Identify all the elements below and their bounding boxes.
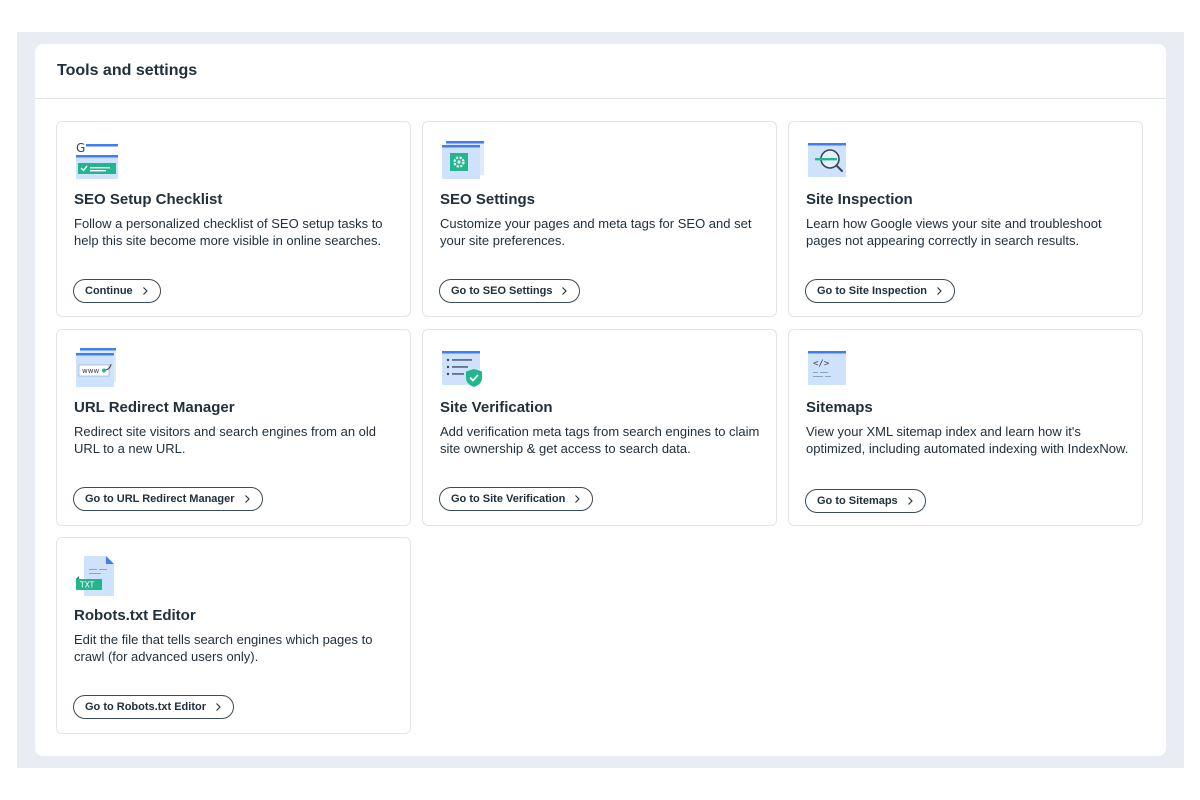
magnifier-icon — [808, 143, 846, 177]
card-title: URL Redirect Manager — [74, 399, 235, 416]
chevron-right-icon — [244, 495, 250, 503]
button-label: Go to Site Inspection — [817, 285, 928, 297]
card-title: Robots.txt Editor — [74, 607, 196, 624]
go-to-site-verification-button[interactable]: Go to Site Verification — [439, 487, 594, 511]
continue-button[interactable]: Continue — [73, 279, 161, 303]
chevron-right-icon — [142, 287, 148, 295]
go-to-sitemaps-button[interactable]: Go to Sitemaps — [805, 489, 926, 513]
button-label: Go to Site Verification — [451, 493, 566, 505]
card-robots-txt-editor: TXT Robots.txt Editor Edit the file that… — [56, 537, 411, 734]
settings-gear-icon — [442, 141, 484, 179]
card-description: Customize your pages and meta tags for S… — [440, 216, 752, 248]
chevron-right-icon — [575, 495, 581, 503]
card-description: Add verification meta tags from search e… — [440, 424, 760, 456]
card-seo-setup-checklist: G SEO Setup Checklist Follow a personali… — [56, 121, 411, 317]
svg-text:G: G — [76, 141, 85, 155]
card-description: View your XML sitemap index and learn ho… — [806, 424, 1129, 456]
code-sitemap-icon: </> — [808, 351, 846, 385]
svg-text:TXT: TXT — [79, 581, 95, 590]
card-description: Follow a personalized checklist of SEO s… — [74, 216, 383, 248]
go-to-seo-settings-button[interactable]: Go to SEO Settings — [439, 279, 581, 303]
card-site-inspection: Site Inspection Learn how Google views y… — [788, 121, 1143, 317]
panel-header: Tools and settings — [35, 44, 1166, 99]
svg-text:www: www — [82, 367, 99, 375]
card-title: Site Inspection — [806, 191, 913, 208]
card-url-redirect-manager: www URL Redirect Manager Redirect site v… — [56, 329, 411, 526]
txt-file-icon: TXT — [76, 556, 114, 596]
tools-settings-panel: Tools and settings G SEO Setup Checklist… — [35, 44, 1166, 756]
chevron-right-icon — [216, 703, 221, 711]
svg-text:</>: </> — [813, 359, 830, 369]
button-label: Go to Sitemaps — [817, 495, 898, 507]
go-to-robots-txt-editor-button[interactable]: Go to Robots.txt Editor — [73, 695, 234, 719]
button-label: Go to SEO Settings — [451, 285, 553, 297]
card-title: Sitemaps — [806, 399, 873, 416]
card-sitemaps: </> Sitemaps View your XML sitemap index… — [788, 329, 1143, 526]
card-description: Edit the file that tells search engines … — [74, 632, 373, 664]
verified-shield-icon — [442, 351, 482, 387]
button-label: Go to Robots.txt Editor — [85, 701, 206, 713]
chevron-right-icon — [562, 287, 568, 295]
card-title: SEO Settings — [440, 191, 536, 208]
url-redirect-icon: www — [76, 348, 116, 387]
chevron-right-icon — [907, 497, 913, 505]
card-title: Site Verification — [440, 399, 553, 416]
card-title: SEO Setup Checklist — [74, 191, 223, 208]
button-label: Go to URL Redirect Manager — [85, 493, 235, 505]
card-seo-settings: SEO Settings Customize your pages and me… — [422, 121, 777, 317]
chevron-right-icon — [937, 287, 942, 295]
seo-checklist-icon: G — [76, 141, 118, 179]
button-label: Continue — [85, 285, 133, 297]
card-site-verification: Site Verification Add verification meta … — [422, 329, 777, 526]
go-to-site-inspection-button[interactable]: Go to Site Inspection — [805, 279, 956, 303]
go-to-url-redirect-manager-button[interactable]: Go to URL Redirect Manager — [73, 487, 263, 511]
card-description: Redirect site visitors and search engine… — [74, 424, 377, 456]
card-description: Learn how Google views your site and tro… — [806, 216, 1102, 248]
panel-title: Tools and settings — [57, 62, 198, 79]
